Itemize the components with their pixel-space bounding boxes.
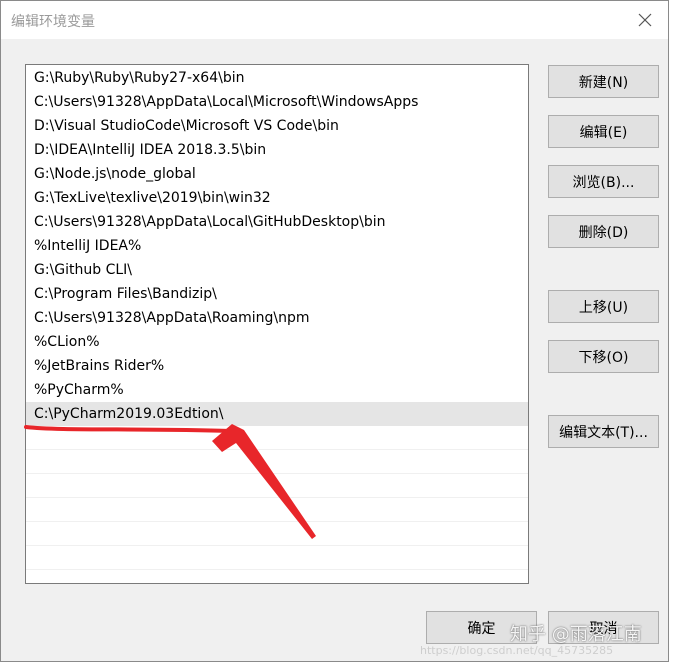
watermark-text: 知乎 @雨落江南 bbox=[510, 624, 642, 645]
underline-stroke bbox=[24, 425, 234, 433]
red-arrow-annotation bbox=[24, 424, 316, 539]
watermark-url: https://blog.csdn.net/qq_45735285 bbox=[420, 644, 614, 657]
arrow-icon bbox=[212, 424, 316, 539]
